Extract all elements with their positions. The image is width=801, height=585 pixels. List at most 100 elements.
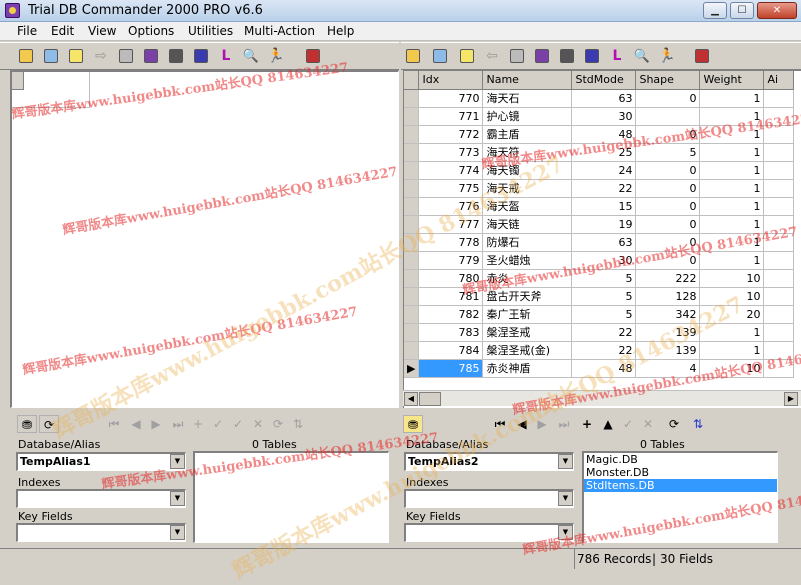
delete-icon[interactable]	[167, 47, 185, 65]
cell-shape[interactable]: 139	[635, 341, 701, 360]
right-insert-icon[interactable]: +	[578, 415, 596, 433]
menu-edit[interactable]: Edit	[51, 24, 74, 38]
menu-utilities[interactable]: Utilities	[188, 24, 233, 38]
cell-name[interactable]: 槃涅圣戒	[482, 323, 573, 342]
right-alias-combo[interactable]: TempAlias2 ▼	[404, 452, 574, 471]
cell-idx[interactable]: 780	[418, 269, 484, 288]
right-prior-record-icon[interactable]: ◀	[513, 415, 531, 433]
table-row[interactable]: 782 秦广王斩 5 342 20	[404, 305, 795, 324]
cell-weight[interactable]: 1	[699, 179, 765, 198]
structure-icon[interactable]	[583, 47, 601, 65]
open-folder-icon[interactable]	[404, 47, 422, 65]
cell-shape[interactable]: 139	[635, 323, 701, 342]
cell-name[interactable]: 槃涅圣戒(金)	[482, 341, 573, 360]
cell-weight[interactable]: 1	[699, 197, 765, 216]
left-last-record-icon[interactable]: ⏭	[169, 415, 187, 433]
cell-idx[interactable]: 774	[418, 161, 484, 180]
cell-weight[interactable]: 1	[699, 143, 765, 162]
cell-shape[interactable]	[635, 107, 701, 126]
dropdown-arrow-icon[interactable]: ▼	[558, 491, 573, 506]
left-refresh-icon[interactable]: ⟳	[39, 415, 59, 433]
cell-shape[interactable]: 222	[635, 269, 701, 288]
left-db-icon[interactable]: ⛃	[17, 415, 37, 433]
cell-shape[interactable]: 0	[635, 161, 701, 180]
cell-shape[interactable]: 0	[635, 215, 701, 234]
cell-shape[interactable]: 0	[635, 197, 701, 216]
cell-name[interactable]: 海天符	[482, 143, 573, 162]
table-row[interactable]: 778 防爆石 63 0 1	[404, 233, 795, 252]
dropdown-arrow-icon[interactable]: ▼	[170, 491, 185, 506]
dropdown-arrow-icon[interactable]: ▼	[170, 454, 185, 469]
cell-weight[interactable]: 10	[699, 269, 765, 288]
copy-icon[interactable]	[117, 47, 135, 65]
cell-name[interactable]: 护心镜	[482, 107, 573, 126]
cell-weight[interactable]: 10	[699, 287, 765, 306]
table-row[interactable]: 780 赤炎 5 222 10	[404, 269, 795, 288]
cell-stdmode[interactable]: 63	[571, 233, 637, 252]
right-refresh-icon[interactable]: ⟳	[665, 415, 683, 433]
copy-icon[interactable]	[508, 47, 526, 65]
run-icon[interactable]: 🏃	[267, 47, 285, 65]
left-tables-list[interactable]	[193, 451, 389, 543]
left-grid-area[interactable]	[10, 70, 399, 408]
cell-weight[interactable]: 1	[699, 161, 765, 180]
list-item[interactable]: StdItems.DB	[584, 479, 777, 492]
cell-weight[interactable]: 10	[699, 359, 765, 378]
menu-multi-action[interactable]: Multi-Action	[244, 24, 315, 38]
cell-weight[interactable]: 1	[699, 341, 765, 360]
left-cancel-icon[interactable]: ✕	[249, 415, 267, 433]
right-edit-icon[interactable]: ▲	[599, 415, 617, 433]
cell-name[interactable]: 赤炎	[482, 269, 573, 288]
right-db-icon[interactable]: ⛃	[403, 415, 423, 433]
cell-name[interactable]: 赤炎神盾	[482, 359, 573, 378]
cell-idx[interactable]: 785	[418, 359, 484, 378]
cell-shape[interactable]: 0	[635, 125, 701, 144]
cell-name[interactable]: 海天盔	[482, 197, 573, 216]
cell-name[interactable]: 防爆石	[482, 233, 573, 252]
table-row[interactable]: 770 海天石 63 0 1	[404, 89, 795, 108]
cell-shape[interactable]: 4	[635, 359, 701, 378]
cell-name[interactable]: 秦广王斩	[482, 305, 573, 324]
left-insert-icon[interactable]: +	[189, 415, 207, 433]
cell-stdmode[interactable]: 22	[571, 179, 637, 198]
right-key-fields-combo[interactable]: ▼	[404, 523, 574, 542]
minimize-button[interactable]: ▁	[703, 2, 727, 19]
scroll-right-arrow-icon[interactable]: ▶	[784, 392, 798, 406]
table-row[interactable]: 784 槃涅圣戒(金) 22 139 1	[404, 341, 795, 360]
cell-shape[interactable]: 0	[635, 89, 701, 108]
table-row[interactable]: 773 海天符 25 5 1	[404, 143, 795, 162]
maximize-button[interactable]: ☐	[730, 2, 754, 19]
cell-stdmode[interactable]: 15	[571, 197, 637, 216]
data-grid[interactable]: Idx Name StdMode Shape Weight Ai 770 海天石 6…	[404, 71, 795, 378]
table-icon[interactable]	[431, 47, 449, 65]
column-header-stdmode[interactable]: StdMode	[571, 71, 637, 90]
left-post-icon[interactable]: ✓	[229, 415, 247, 433]
menu-options[interactable]: Options	[128, 24, 174, 38]
grid-horizontal-scrollbar[interactable]: ◀ ▶	[403, 390, 801, 406]
cell-shape[interactable]: 5	[635, 143, 701, 162]
left-alias-combo[interactable]: TempAlias1 ▼	[16, 452, 186, 471]
column-header-ai[interactable]: Ai	[763, 71, 795, 90]
right-tables-list[interactable]: Magic.DB Monster.DB StdItems.DB	[582, 451, 778, 543]
left-next-record-icon[interactable]: ▶	[147, 415, 165, 433]
cell-idx[interactable]: 773	[418, 143, 484, 162]
right-next-record-icon[interactable]: ▶	[533, 415, 551, 433]
arrow-left-icon[interactable]: ⇦	[483, 47, 501, 65]
menu-help[interactable]: Help	[327, 24, 354, 38]
cell-stdmode[interactable]: 5	[571, 287, 637, 306]
menu-file[interactable]: File	[17, 24, 37, 38]
cell-name[interactable]: 霸主盾	[482, 125, 573, 144]
right-sort-icon[interactable]: ⇅	[689, 415, 707, 433]
cell-name[interactable]: 圣火蜡烛	[482, 251, 573, 270]
list-item[interactable]: Magic.DB	[584, 453, 777, 466]
cell-stdmode[interactable]: 48	[571, 359, 637, 378]
left-key-fields-combo[interactable]: ▼	[16, 523, 186, 542]
right-post-icon[interactable]: ✓	[619, 415, 637, 433]
column-header-idx[interactable]: Idx	[418, 71, 484, 90]
cell-weight[interactable]: 1	[699, 251, 765, 270]
right-cancel-icon[interactable]: ✕	[639, 415, 657, 433]
cell-weight[interactable]: 1	[699, 107, 765, 126]
dropdown-arrow-icon[interactable]: ▼	[170, 525, 185, 540]
cell-shape[interactable]: 342	[635, 305, 701, 324]
exit-icon[interactable]	[693, 47, 711, 65]
